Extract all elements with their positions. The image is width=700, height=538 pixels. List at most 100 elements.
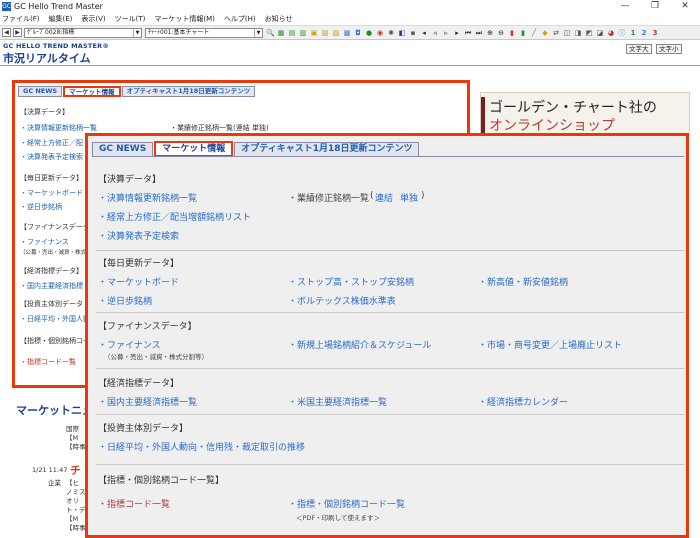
bg-link[interactable]: ・指標コード一覧 [20, 357, 76, 367]
layout-1-icon[interactable]: 1 [629, 29, 637, 37]
page-header: GC HELLO TREND MASTER® 市況リアルタイム 文字大 文字小 [0, 40, 700, 66]
link-earnings-schedule-search[interactable]: ・決算発表予定検索 [98, 229, 179, 242]
candle-icon[interactable]: ▮ [508, 29, 516, 37]
last-icon[interactable]: ⏭ [475, 29, 483, 37]
bg-tab-gc-news[interactable]: GC NEWS [18, 86, 63, 97]
zoom-out-icon[interactable]: ⊖ [497, 29, 505, 37]
globe-icon[interactable]: ● [365, 29, 373, 37]
section-title-investor: 【投資主体別データ】 [98, 424, 189, 434]
link-finance[interactable]: ・ファイナンス [98, 338, 161, 351]
link-new-listing-schedule[interactable]: ・新規上場銘柄紹介＆スケジュール [288, 338, 431, 351]
link-index-code-list[interactable]: ・指標コード一覧 [98, 497, 170, 510]
step-forward-icon[interactable]: ▹ [442, 29, 450, 37]
link-stock-code-list[interactable]: ・指標・個別銘柄コード一覧 [288, 497, 405, 510]
tab-gc-news[interactable]: GC NEWS [92, 142, 154, 157]
news-line: 【時事 [66, 443, 86, 451]
menu-bar: ファイル(F) 編集(E) 表示(V) ツール(T) マーケット情報(M) ヘル… [0, 13, 700, 25]
layout-2-icon[interactable]: 2 [640, 29, 648, 37]
tab-opticast[interactable]: オプティキャスト1月18日更新コンテンツ [234, 142, 420, 157]
tile-icon[interactable]: ▩ [343, 29, 351, 37]
link-us-indicators[interactable]: ・米国主要経済指標一覧 [288, 395, 387, 408]
menu-notice[interactable]: お知らせ [265, 14, 293, 24]
bg-link[interactable]: ・ファイナンス [20, 237, 69, 247]
cascade-icon[interactable]: ◪ [596, 29, 604, 37]
chevron-down-icon: ▼ [254, 28, 262, 37]
folder-icon[interactable]: ▨ [332, 29, 340, 37]
window-icon[interactable]: ◫ [563, 29, 571, 37]
split-icon[interactable]: ◩ [585, 29, 593, 37]
menu-market-info[interactable]: マーケット情報(M) [154, 14, 215, 24]
camera-icon[interactable]: ◘ [354, 29, 362, 37]
layout-icon[interactable]: ◨ [574, 29, 582, 37]
menu-file[interactable]: ファイル(F) [2, 14, 40, 24]
font-large-button[interactable]: 文字大 [626, 44, 652, 54]
bg-tab-market-info[interactable]: マーケット情報 [63, 86, 121, 97]
link-indicator-calendar[interactable]: ・経済指標カレンダー [478, 395, 568, 408]
link-nikkei-foreign-trend[interactable]: ・日経平均・外国人動向・信用残・裁定取引の推移 [98, 440, 305, 453]
link-standalone[interactable]: 単独 [400, 191, 418, 204]
link-stop-high-low[interactable]: ・ストップ高・ストップ安銘柄 [288, 275, 414, 288]
first-icon[interactable]: ⏮ [464, 29, 472, 37]
gear-icon[interactable]: ✺ [387, 29, 395, 37]
online-shop-banner[interactable]: ゴールデン・チャート社の オンラインショップ [480, 92, 690, 136]
info-icon[interactable]: ⓘ [618, 29, 626, 37]
forward-icon[interactable]: ▶ [13, 28, 22, 37]
bg-link[interactable]: ・逆日歩銘柄 [20, 202, 62, 212]
link-market-change-delisting[interactable]: ・市場・商号変更／上場廃止リスト [478, 338, 622, 351]
layout-3-icon[interactable]: 3 [651, 29, 659, 37]
tab-market-info[interactable]: マーケット情報 [154, 141, 234, 157]
print-icon[interactable]: ▪ [409, 29, 417, 37]
palette-icon[interactable]: ◕ [607, 29, 615, 37]
table-icon[interactable]: ▤ [288, 29, 296, 37]
link-reverse-interest[interactable]: ・逆日歩銘柄 [98, 294, 152, 307]
indicator-icon[interactable]: ◆ [541, 29, 549, 37]
minimize-button[interactable]: — [610, 0, 640, 13]
news-icon[interactable]: ◧ [398, 29, 406, 37]
bg-link[interactable]: ・業績修正銘柄一覧(連結 単独) [170, 123, 269, 133]
calendar-icon[interactable]: ▣ [310, 29, 318, 37]
bar-chart-icon[interactable]: ▮ [519, 29, 527, 37]
link-domestic-indicators[interactable]: ・国内主要経済指標一覧 [98, 395, 197, 408]
compare-icon[interactable]: ⇄ [552, 29, 560, 37]
finance-note: （公募・売出・減資・株式分割等） [104, 353, 208, 361]
zoom-in-icon[interactable]: ⊕ [486, 29, 494, 37]
link-earnings-update-list[interactable]: ・決算情報更新銘柄一覧 [98, 191, 197, 204]
step-back-icon[interactable]: ◃ [431, 29, 439, 37]
group-select[interactable]: ｸﾞﾙｰﾌﾟ0028:指標 ▼ [24, 27, 142, 38]
link-market-board[interactable]: ・マーケットボード [98, 275, 179, 288]
section-title-finance: 【ファイナンスデータ】 [98, 322, 197, 332]
bg-link[interactable]: ・日経平均・外国人動 [20, 314, 90, 324]
close-button[interactable]: ✕ [670, 0, 700, 13]
link-new-high-low[interactable]: ・新高値・新安値銘柄 [478, 275, 568, 288]
bg-tab-opticast[interactable]: オプティキャスト1月18日更新コンテンツ [121, 86, 256, 97]
maximize-button[interactable]: ❐ [640, 0, 670, 13]
list-icon[interactable]: ▥ [299, 29, 307, 37]
menu-help[interactable]: ヘルプ(H) [224, 14, 256, 24]
chart-select[interactable]: ﾁｬｰﾄ001:基本チャート ▼ [145, 27, 263, 38]
link-vortex-price-table[interactable]: ・ボルテックス株価水準表 [288, 294, 396, 307]
bg-link[interactable]: ・国内主要経済指標 [20, 281, 83, 291]
search-icon[interactable]: 🔍 [266, 29, 275, 37]
rewind-icon[interactable]: ◂ [420, 29, 428, 37]
news-headline[interactable]: チ [70, 462, 81, 478]
bg-section-title: 【毎日更新データ】 [20, 174, 83, 182]
bg-link[interactable]: ・決算発表予定検索 [20, 152, 83, 162]
bg-link[interactable]: ・マーケットボード [20, 188, 83, 198]
line-chart-icon[interactable]: ╱ [530, 29, 538, 37]
back-icon[interactable]: ◀ [2, 28, 11, 37]
section-divider [96, 414, 684, 415]
menu-edit[interactable]: 編集(E) [49, 14, 73, 24]
link-upward-revision-list[interactable]: ・経常上方修正／配当増額銘柄リスト [98, 210, 251, 223]
toolbar-icons: 🔍 ▦ ▤ ▥ ▣ ▧ ▨ ▩ ◘ ● ◉ ✺ ◧ ▪ ◂ ◃ ▹ ▸ ⏮ ⏭ … [266, 29, 662, 37]
menu-view[interactable]: 表示(V) [81, 14, 105, 24]
fast-forward-icon[interactable]: ▸ [453, 29, 461, 37]
grid-icon[interactable]: ▦ [277, 29, 285, 37]
link-consolidated[interactable]: 連結 [375, 191, 393, 204]
title-bar: GC GC Hello Trend Master — ❐ ✕ [0, 0, 700, 13]
bg-link[interactable]: ・経常上方修正／配 [20, 138, 83, 148]
bg-link[interactable]: ・決算情報更新銘柄一覧 [20, 123, 97, 133]
menu-tools[interactable]: ツール(T) [115, 14, 146, 24]
chart-icon[interactable]: ▧ [321, 29, 329, 37]
target-icon[interactable]: ◉ [376, 29, 384, 37]
font-small-button[interactable]: 文字小 [656, 44, 682, 54]
